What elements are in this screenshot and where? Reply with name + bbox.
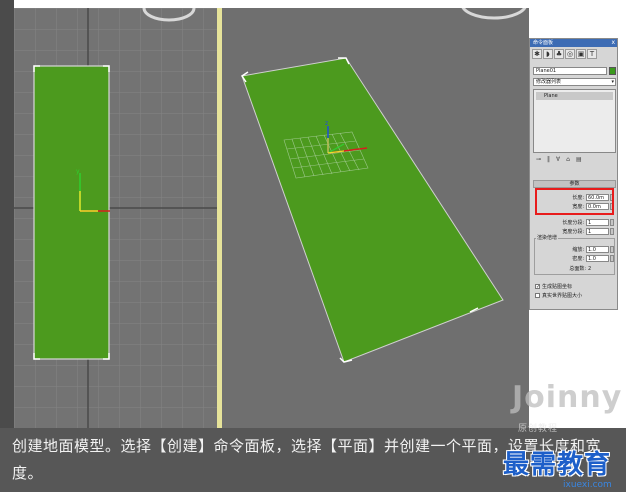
total-faces-value: 2: [588, 266, 592, 272]
real-world-map-checkbox[interactable]: 真实世界贴图大小: [535, 292, 582, 300]
scale-spinner[interactable]: [610, 246, 614, 253]
total-faces-label: 总面数:: [569, 266, 586, 272]
width-segs-spinner[interactable]: [610, 228, 614, 235]
width-segs-label: 宽度分段:: [562, 229, 584, 235]
create-icon[interactable]: ✱: [532, 49, 542, 59]
display-icon[interactable]: ▣: [576, 49, 586, 59]
watermark-jointy: Joinny: [512, 380, 623, 415]
watermark-site: ixuexi.com: [563, 480, 612, 490]
density-field[interactable]: 1.0: [586, 255, 609, 262]
modifier-list-dropdown[interactable]: 修改器列表 ▾: [533, 78, 616, 86]
remove-modifier-icon[interactable]: ⌂: [566, 156, 570, 165]
command-panel[interactable]: 命令面板 x ✱ ◗ ♣ ◎ ▣ T Plane01 修改器列表 ▾ Plane…: [529, 38, 618, 310]
gen-map-coords-label: 生成贴图坐标: [542, 284, 573, 290]
watermark-brand: 最需教育: [503, 450, 612, 480]
motion-icon[interactable]: ◎: [565, 49, 575, 59]
close-icon[interactable]: x: [611, 39, 615, 47]
render-multiplier-label: 渲染倍增: [536, 235, 559, 241]
scale-field[interactable]: 1.0: [586, 246, 609, 253]
chevron-down-icon: ▾: [611, 79, 614, 85]
density-spinner[interactable]: [610, 255, 614, 262]
object-color-swatch[interactable]: [609, 67, 616, 75]
command-panel-titlebar[interactable]: 命令面板 x: [530, 39, 617, 47]
viewport-perspective-scene: z: [240, 8, 527, 363]
gen-map-coords-checkbox[interactable]: ✓ 生成贴图坐标: [535, 283, 572, 291]
width-segs-field[interactable]: 1: [586, 228, 609, 235]
total-faces-row: 总面数: 2: [533, 265, 616, 273]
command-panel-tabs: ✱ ◗ ♣ ◎ ▣ T: [530, 47, 617, 61]
scale-label: 缩放:: [572, 247, 584, 253]
modifier-list-label: 修改器列表: [536, 79, 562, 85]
length-segs-row: 长度分段: 1: [533, 219, 616, 227]
screenshot-frame: y z 命令面板 x ✱ ◗ ♣ ◎ ▣ T Plane01 修改器列表 ▾ P…: [0, 0, 626, 492]
pin-stack-icon[interactable]: ⊸: [536, 156, 541, 165]
left-toolbar-strip: [0, 0, 14, 428]
scale-row: 缩放: 1.0: [533, 246, 616, 254]
modify-icon[interactable]: ◗: [543, 49, 553, 59]
stack-item-plane[interactable]: Plane: [536, 92, 613, 100]
show-end-result-icon[interactable]: ‖: [547, 156, 550, 165]
viewport-top-scene: y: [14, 8, 217, 428]
svg-text:z: z: [325, 120, 328, 127]
ground-plane-perspective[interactable]: [241, 57, 504, 363]
parameters-rollout-header[interactable]: 参数: [533, 180, 616, 188]
svg-text:y: y: [76, 168, 80, 175]
command-panel-title: 命令面板: [533, 40, 554, 46]
checkbox-checked-icon[interactable]: ✓: [535, 284, 540, 290]
real-world-map-label: 真实世界贴图大小: [542, 293, 583, 299]
modifier-stack[interactable]: Plane: [533, 89, 616, 153]
hierarchy-icon[interactable]: ♣: [554, 49, 564, 59]
viewport-perspective[interactable]: z: [222, 8, 529, 428]
checkbox-unchecked-icon[interactable]: [535, 293, 540, 298]
viewport-top[interactable]: y: [14, 8, 217, 428]
length-segs-label: 长度分段:: [562, 220, 584, 226]
density-label: 密度:: [572, 256, 584, 262]
length-segs-field[interactable]: 1: [586, 219, 609, 226]
length-width-highlight: [535, 188, 614, 215]
ground-plane-top[interactable]: [33, 65, 110, 360]
configure-sets-icon[interactable]: ▤: [576, 156, 582, 165]
make-unique-icon[interactable]: ∀: [556, 156, 560, 165]
length-segs-spinner[interactable]: [610, 219, 614, 226]
utilities-icon[interactable]: T: [587, 49, 597, 59]
density-row: 密度: 1.0: [533, 255, 616, 263]
object-name-field[interactable]: Plane01: [533, 67, 607, 75]
watermark-sub: 原创教程: [518, 424, 559, 434]
stack-tools: ⊸ ‖ ∀ ⌂ ▤: [533, 156, 616, 165]
